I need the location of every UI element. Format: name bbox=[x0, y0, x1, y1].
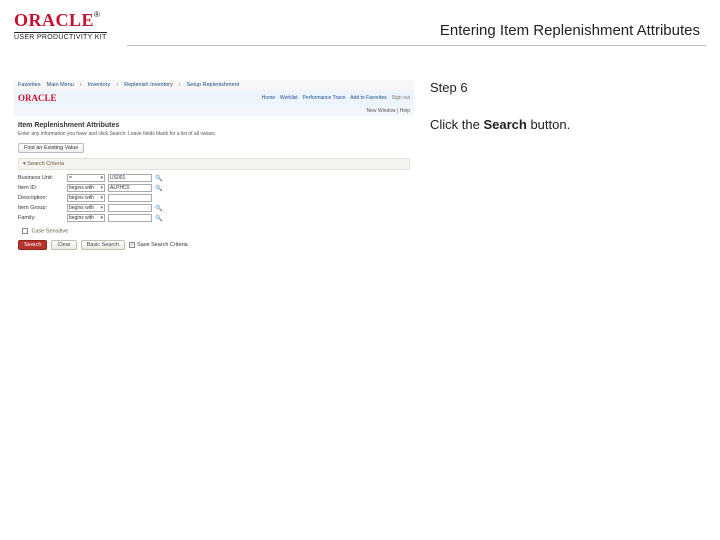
basic-search-link[interactable]: Basic Search bbox=[81, 240, 125, 250]
case-sensitive-label: Case Sensitive bbox=[32, 228, 69, 234]
button-row: Search Clear Basic Search ✓ Save Search … bbox=[14, 236, 414, 252]
nav-link-favorites[interactable]: Add to Favorites bbox=[350, 95, 386, 101]
logo-word: ORACLE bbox=[14, 10, 94, 30]
page-header: ORACLE® USER PRODUCTIVITY KIT Entering I… bbox=[0, 0, 720, 52]
instruction-text-bold: Search bbox=[483, 117, 526, 132]
nav-link-worklist[interactable]: Worklist bbox=[280, 95, 298, 101]
business-unit-input[interactable]: US001 bbox=[108, 174, 152, 182]
operator-select[interactable]: = bbox=[67, 174, 105, 182]
instruction-text-suffix: button. bbox=[527, 117, 570, 132]
screenshot-page-desc: Enter any information you have and click… bbox=[14, 131, 414, 141]
description-input[interactable] bbox=[108, 194, 152, 202]
main-area: Favorites Main Menu › Inventory › Replen… bbox=[0, 80, 720, 258]
search-button[interactable]: Search bbox=[18, 240, 47, 250]
breadcrumb-item[interactable]: Setup Replenishment bbox=[187, 82, 240, 88]
instruction-text-prefix: Click the bbox=[430, 117, 483, 132]
sub-bar[interactable]: New Window | Help bbox=[14, 106, 414, 116]
breadcrumb-item[interactable]: Inventory bbox=[88, 82, 111, 88]
instruction-text: Click the Search button. bbox=[430, 117, 706, 132]
instruction-column: Step 6 Click the Search button. bbox=[430, 80, 706, 258]
lookup-icon[interactable]: 🔍 bbox=[155, 185, 167, 192]
lookup-icon[interactable]: 🔍 bbox=[155, 175, 167, 182]
lookup-icon[interactable]: 🔍 bbox=[155, 215, 167, 222]
logo-subtitle: USER PRODUCTIVITY KIT bbox=[14, 32, 107, 41]
logo-trademark: ® bbox=[94, 10, 100, 19]
item-id-input[interactable]: ALPHC0 bbox=[108, 184, 152, 192]
search-form: Business Unit: = US001 🔍 Item ID: begins… bbox=[14, 172, 214, 226]
search-criteria-section[interactable]: ▾ Search Criteria bbox=[18, 158, 410, 170]
save-search-criteria[interactable]: ✓ Save Search Criteria bbox=[129, 242, 188, 248]
case-sensitive-row: Case Sensitive bbox=[14, 226, 414, 236]
field-label: Description: bbox=[18, 195, 64, 201]
step-label: Step 6 bbox=[430, 80, 706, 95]
case-sensitive-checkbox[interactable] bbox=[22, 228, 28, 234]
breadcrumb: Favorites Main Menu › Inventory › Replen… bbox=[14, 80, 414, 90]
operator-select[interactable]: begins with bbox=[67, 214, 105, 222]
nav-link-signout[interactable]: Sign out bbox=[392, 95, 410, 101]
field-label: Family: bbox=[18, 215, 64, 221]
operator-select[interactable]: begins with bbox=[67, 194, 105, 202]
save-search-checkbox[interactable]: ✓ bbox=[129, 242, 135, 248]
oracle-logo-small: ORACLE bbox=[18, 93, 57, 103]
breadcrumb-item[interactable]: Main Menu bbox=[47, 82, 74, 88]
lookup-icon[interactable]: 🔍 bbox=[155, 205, 167, 212]
operator-select[interactable]: begins with bbox=[67, 184, 105, 192]
field-label: Business Unit: bbox=[18, 175, 64, 181]
find-existing-value-tab[interactable]: Find an Existing Value bbox=[18, 143, 84, 153]
nav-link-trace[interactable]: Performance Trace bbox=[303, 95, 346, 101]
clear-button[interactable]: Clear bbox=[51, 240, 76, 250]
item-group-input[interactable] bbox=[108, 204, 152, 212]
breadcrumb-item[interactable]: Replenish Inventory bbox=[124, 82, 173, 88]
breadcrumb-item[interactable]: Favorites bbox=[18, 82, 41, 88]
page-title: Entering Item Replenishment Attributes bbox=[127, 22, 706, 46]
oracle-logo: ORACLE® USER PRODUCTIVITY KIT bbox=[14, 10, 107, 41]
operator-select[interactable]: begins with bbox=[67, 204, 105, 212]
field-label: Item ID: bbox=[18, 185, 64, 191]
nav-link-home[interactable]: Home bbox=[262, 95, 275, 101]
app-screenshot: Favorites Main Menu › Inventory › Replen… bbox=[14, 80, 414, 258]
screenshot-column: Favorites Main Menu › Inventory › Replen… bbox=[14, 80, 414, 258]
header-title-wrap: Entering Item Replenishment Attributes bbox=[127, 10, 706, 46]
save-search-label: Save Search Criteria bbox=[137, 242, 188, 248]
screenshot-page-title: Item Replenishment Attributes bbox=[14, 116, 414, 131]
family-input[interactable] bbox=[108, 214, 152, 222]
oracle-nav-bar: ORACLE Home Worklist Performance Trace A… bbox=[14, 90, 414, 106]
field-label: Item Group: bbox=[18, 205, 64, 211]
global-nav-links: Home Worklist Performance Trace Add to F… bbox=[262, 95, 410, 101]
